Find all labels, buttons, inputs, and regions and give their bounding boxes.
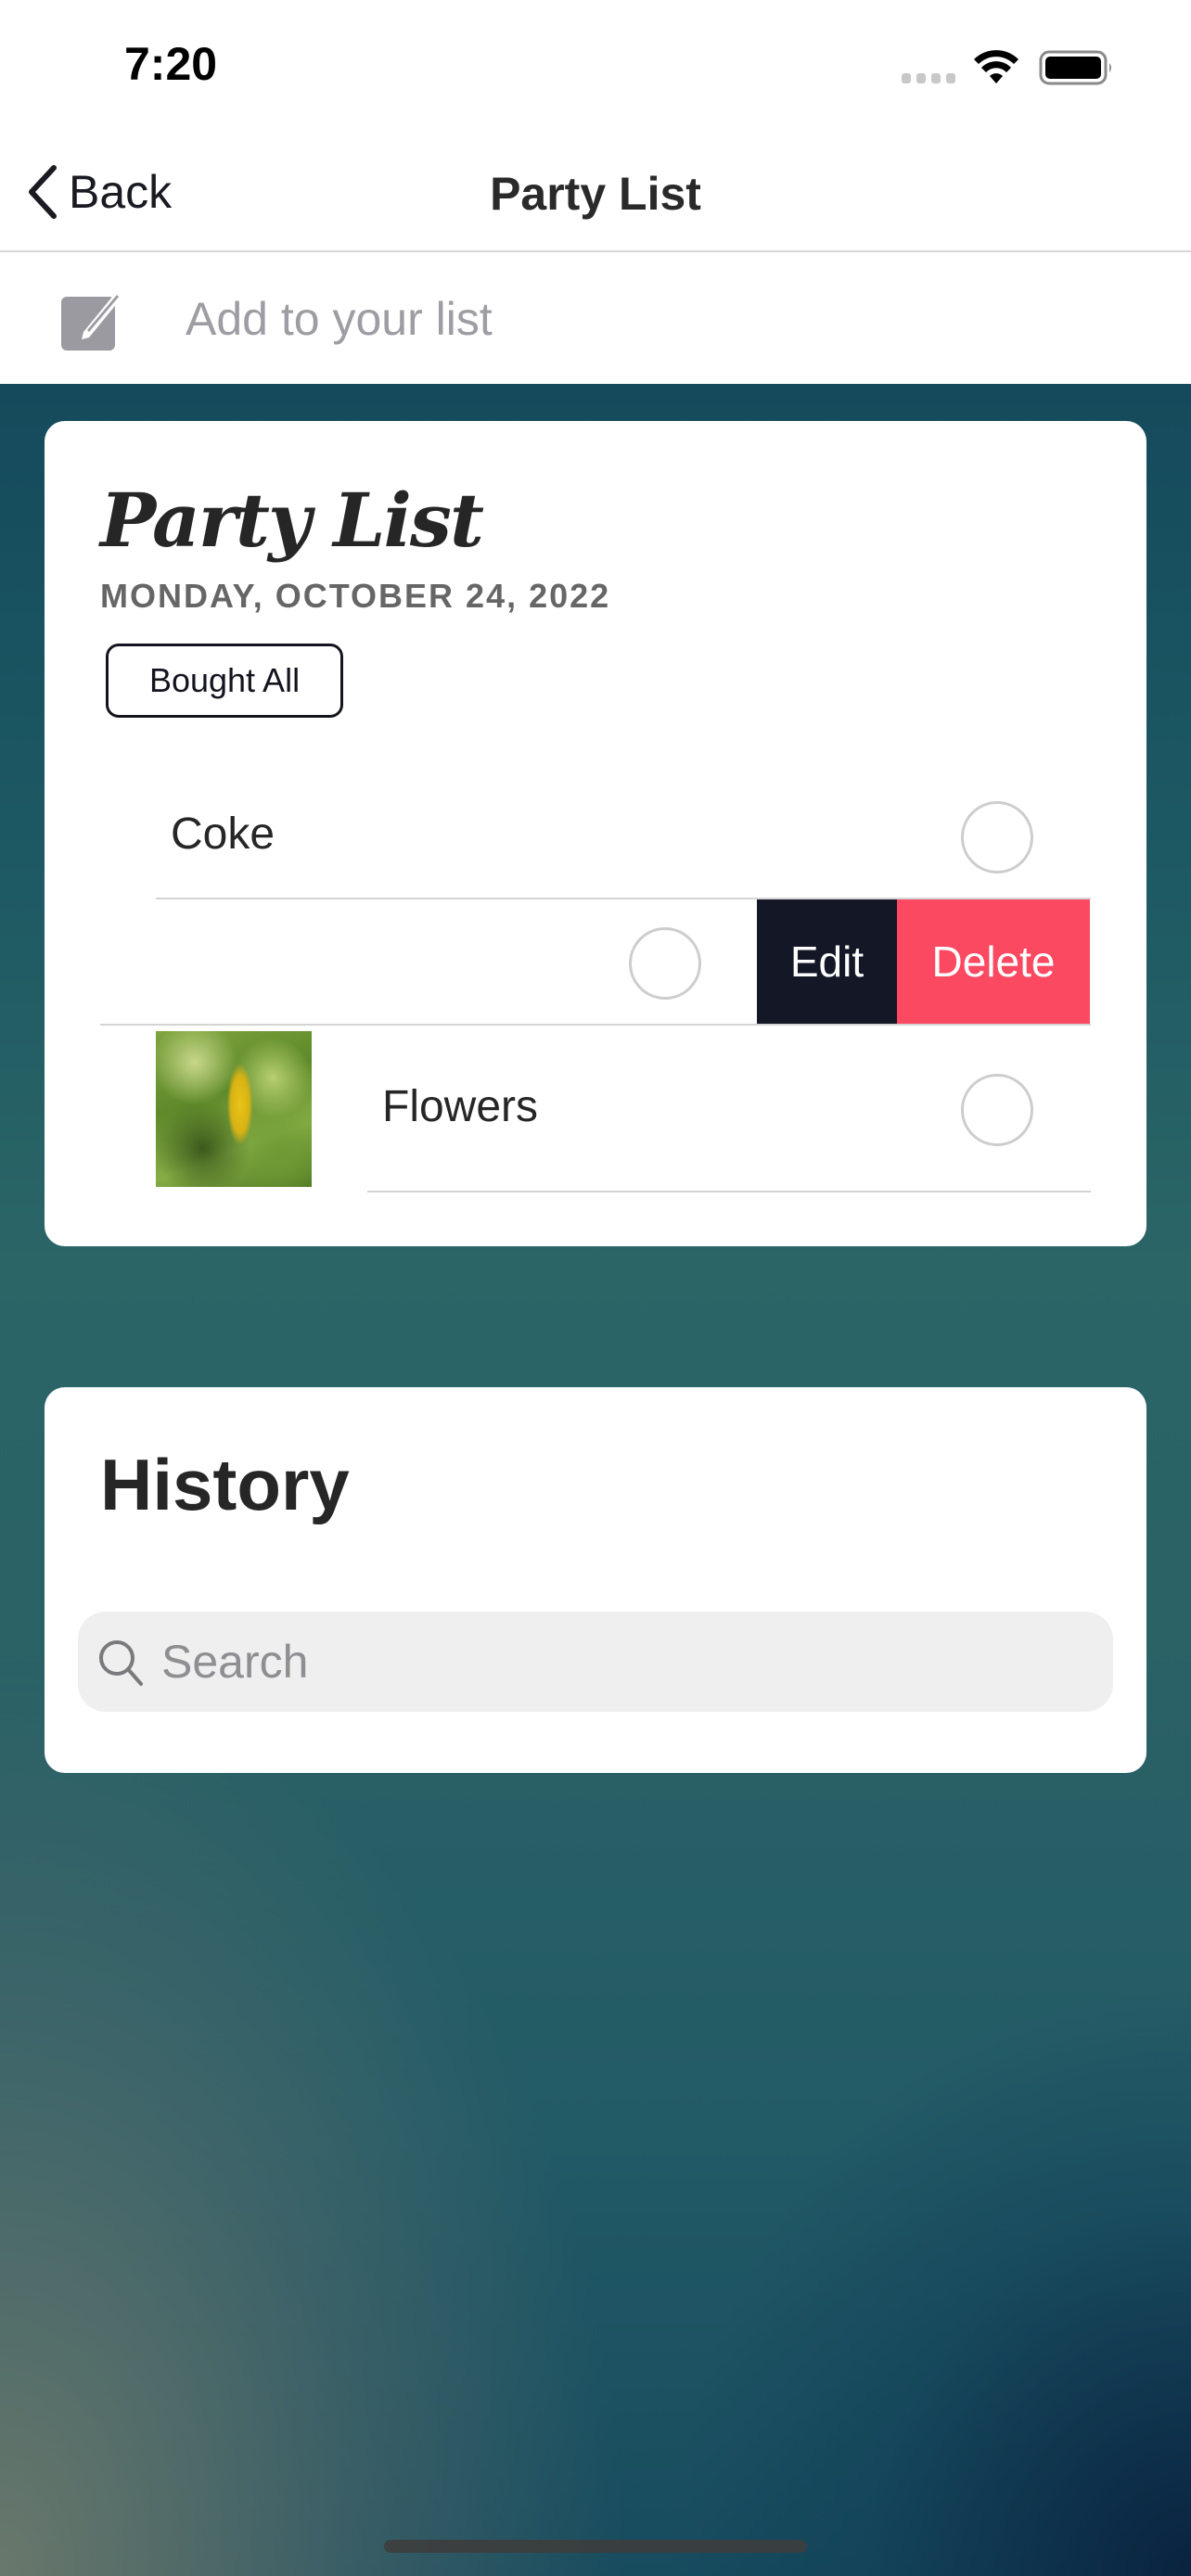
home-indicator[interactable] — [384, 2540, 807, 2553]
history-card: History — [45, 1387, 1146, 1773]
history-search-box[interactable] — [78, 1612, 1113, 1712]
checkbox-circle[interactable] — [961, 801, 1033, 874]
battery-icon — [1039, 50, 1111, 85]
nav-title: Party List — [490, 168, 701, 220]
history-title: History — [100, 1444, 350, 1525]
item-thumbnail[interactable] — [156, 1031, 312, 1187]
navigation-bar: Back Party List — [0, 139, 1191, 252]
divider — [367, 1191, 1091, 1192]
list-date: MONDAY, OCTOBER 24, 2022 — [100, 577, 611, 615]
history-search-input[interactable] — [161, 1625, 1089, 1699]
checkbox-circle[interactable] — [961, 1074, 1033, 1146]
bought-all-button[interactable]: Bought All — [106, 644, 343, 718]
edit-button[interactable]: Edit — [757, 899, 897, 1024]
checkbox-circle[interactable] — [629, 927, 701, 1000]
divider — [100, 1024, 1091, 1026]
compose-icon[interactable] — [58, 286, 128, 352]
status-bar: 7:20 — [0, 0, 1191, 139]
delete-button[interactable]: Delete — [897, 899, 1090, 1024]
add-item-input[interactable] — [186, 282, 1150, 356]
item-label: Coke — [171, 810, 275, 859]
add-item-bar — [0, 254, 1191, 384]
search-icon — [99, 1640, 143, 1686]
wifi-icon — [974, 50, 1018, 83]
cellular-signal-icon — [902, 73, 955, 83]
status-time: 7:20 — [124, 38, 218, 90]
list-title: Party List — [100, 477, 484, 564]
item-label: Flowers — [382, 1082, 539, 1131]
